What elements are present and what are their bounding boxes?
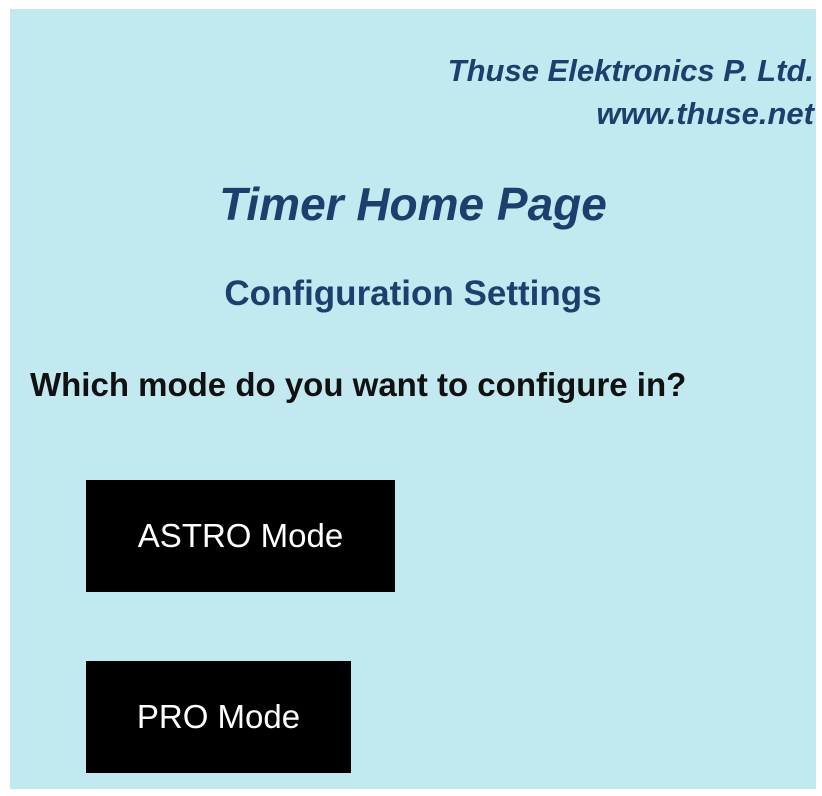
company-website: www.thuse.net (596, 96, 814, 131)
mode-question: Which mode do you want to configure in? (30, 366, 687, 403)
company-info: Thuse Elektronics P. Ltd. www.thuse.net (448, 49, 814, 135)
section-title: Configuration Settings (224, 274, 602, 313)
pro-mode-button[interactable]: PRO Mode (86, 661, 351, 773)
timer-home-screen: Thuse Elektronics P. Ltd. www.thuse.net … (10, 9, 816, 789)
company-name: Thuse Elektronics P. Ltd. (447, 53, 814, 88)
page-title: Timer Home Page (219, 178, 607, 230)
astro-mode-button[interactable]: ASTRO Mode (86, 480, 395, 592)
